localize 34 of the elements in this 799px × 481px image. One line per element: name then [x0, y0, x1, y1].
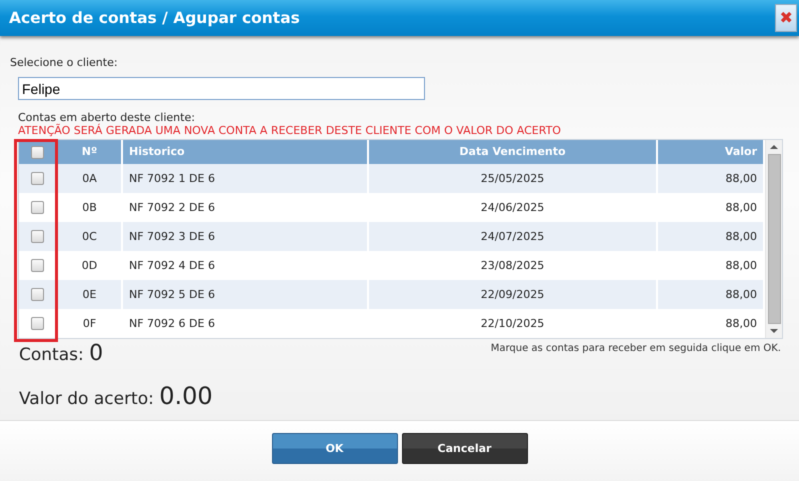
table-cell: 88,00 — [658, 280, 763, 309]
hint-text: Marque as contas para receber em seguida clique em OK. — [490, 343, 781, 354]
checkbox[interactable] — [31, 317, 44, 330]
client-field[interactable]: Felipe — [18, 77, 425, 100]
table-cell: 88,00 — [658, 222, 763, 251]
table-cell: 0E — [58, 280, 121, 309]
column-header: Data Vencimento — [369, 140, 656, 164]
checkbox[interactable] — [31, 230, 44, 243]
table-cell: 22/09/2025 — [369, 280, 656, 309]
field-label: Selecione o cliente: — [10, 56, 119, 69]
table-cell: 88,00 — [658, 164, 763, 193]
table-cell: NF 7092 3 DE 6 — [123, 222, 367, 251]
table-cell: NF 7092 1 DE 6 — [123, 164, 367, 193]
count-text: Contas: 0 — [19, 341, 104, 366]
total-text: Valor do acerto: 0.00 — [19, 382, 214, 410]
warning-text: ATENÇÃO SERÁ GERADA UMA NOVA CONTA A RECEBER DESTE CLIENTE COM O VALOR DO ACERTO — [18, 124, 562, 137]
column-header: Valor — [658, 140, 763, 164]
column-header: Historico — [123, 140, 367, 164]
checkbox[interactable] — [31, 201, 44, 214]
column-header: Nº — [58, 140, 121, 164]
scrollbar[interactable] — [765, 140, 782, 338]
checkbox[interactable] — [31, 259, 44, 272]
checkbox[interactable] — [31, 146, 44, 158]
window-title: Acerto de contas / Agupar contas — [9, 9, 300, 27]
table-cell: 0C — [58, 222, 121, 251]
section-label: Contas em aberto deste cliente: — [18, 111, 196, 124]
close-button[interactable]: ✖ — [775, 4, 797, 32]
table-cell: 0A — [58, 164, 121, 193]
table-cell: 24/07/2025 — [369, 222, 656, 251]
table-cell: NF 7092 5 DE 6 — [123, 280, 367, 309]
cancel-button[interactable]: Cancelar — [402, 433, 528, 464]
table-cell: 25/05/2025 — [369, 164, 656, 193]
checkbox[interactable] — [31, 172, 44, 185]
checkbox[interactable] — [31, 288, 44, 301]
